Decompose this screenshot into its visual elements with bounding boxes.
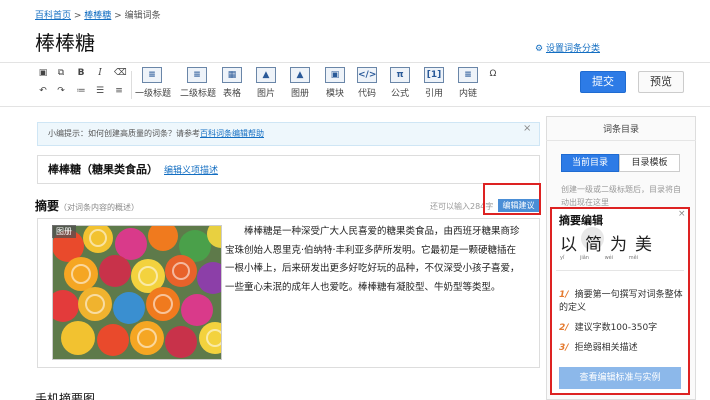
align-icon[interactable]: ≡ xyxy=(114,86,124,96)
popup-step: 3/拒绝弱相关描述 xyxy=(559,342,684,355)
toolbar-label: 代码 xyxy=(357,89,376,99)
mobile-summary-title: 手机摘要图 xyxy=(35,392,96,400)
toolbar-label: 引用 xyxy=(424,89,443,99)
view-standards-button[interactable]: 查看编辑标准与实例 xyxy=(559,367,681,389)
redo-icon[interactable]: ↷ xyxy=(56,86,66,96)
summary-subtitle: （对词条内容的概述） xyxy=(59,203,140,212)
special-chars-icon[interactable]: Ω xyxy=(487,69,499,79)
catalog-title: 词条目录 xyxy=(602,125,639,135)
toolbar-heading2-button[interactable]: ≡ 二级标题 xyxy=(180,67,217,103)
breadcrumb-separator: > xyxy=(71,11,85,21)
toolbar-album-button[interactable]: ▲ 图册 xyxy=(283,67,317,103)
pinyin-row: yǐ jiǎn wéi měi xyxy=(560,255,638,261)
entry-name: 棒棒糖（糖果类食品） xyxy=(48,163,158,176)
module-icon: ▣ xyxy=(325,67,345,83)
heading1-icon: ≡ xyxy=(142,67,162,83)
toolbar-label: 二级标题 xyxy=(180,89,217,99)
popup-title: 摘要编辑 xyxy=(559,214,603,227)
tip-help-link[interactable]: 百科词条编辑帮助 xyxy=(200,129,264,138)
breadcrumb: 百科首页 > 棒棒糖 > 编辑词条 xyxy=(35,8,161,21)
copy-icon[interactable]: ⧉ xyxy=(56,68,66,78)
pinyin: jiǎn xyxy=(579,255,589,261)
step-number: 2/ xyxy=(559,323,569,333)
highlight-box xyxy=(483,183,541,215)
undo-icon[interactable]: ↶ xyxy=(38,86,48,96)
toolbar-label: 内链 xyxy=(458,89,477,99)
tab-catalog-template[interactable]: 目录模板 xyxy=(619,154,680,172)
breadcrumb-entry-link[interactable]: 棒棒糖 xyxy=(84,11,111,21)
popup-close-icon[interactable]: × xyxy=(678,209,686,219)
toolbar-label: 一级标题 xyxy=(135,89,172,99)
submit-button[interactable]: 提交 xyxy=(580,71,626,93)
summary-heading: 摘要（对词条内容的概述） xyxy=(35,197,139,214)
toolbar-module-button[interactable]: ▣ 模块 xyxy=(318,67,352,103)
pinyin: měi xyxy=(628,255,639,261)
toolbar-formula-button[interactable]: π 公式 xyxy=(383,67,417,103)
editor-tip: 小编提示：如何创建高质量的词条？请参考百科词条编辑帮助 xyxy=(37,122,540,146)
album-tag: 图册 xyxy=(52,225,76,238)
save-icon[interactable]: ▣ xyxy=(38,68,48,78)
toolbar-internal-link-button[interactable]: ≡ 内链 xyxy=(451,67,485,103)
code-icon: </> xyxy=(357,67,377,83)
tab-current-catalog[interactable]: 当前目录 xyxy=(561,154,619,172)
divider xyxy=(546,140,696,141)
formula-icon: π xyxy=(390,67,410,83)
heading2-icon: ≡ xyxy=(187,67,207,83)
set-category-link[interactable]: ⚙ 设置词条分类 xyxy=(535,41,600,54)
summary-text[interactable]: 棒棒糖是一种深受广大人民喜爱的糖果类食品，由西班牙糖果商珍宝珠创始人恩里克·伯纳… xyxy=(225,223,525,297)
table-icon: ▦ xyxy=(222,67,242,83)
tip-close-icon[interactable]: × xyxy=(523,123,531,134)
bold-icon[interactable]: B xyxy=(76,68,86,78)
calligraphy-text: 以简为美 xyxy=(560,235,660,255)
catalog-hint: 创建一级或二级标题后，目录将自动出现在这里 xyxy=(561,185,681,207)
popup-step: 1/摘要第一句撰写对词条整体的定义 xyxy=(559,289,684,315)
step-text: 建议字数100-350字 xyxy=(574,323,658,333)
popup-step: 2/建议字数100-350字 xyxy=(559,322,684,335)
toolbar-table-button[interactable]: ▦ 表格 xyxy=(215,67,249,103)
lollipop-photo[interactable] xyxy=(52,225,222,360)
toolbar-label: 图册 xyxy=(290,89,309,99)
internal-link-icon: ≡ xyxy=(458,67,478,83)
step-number: 1/ xyxy=(559,290,569,300)
ordered-list-icon[interactable]: ≔ xyxy=(76,86,86,96)
page-title: 棒棒糖 xyxy=(35,31,95,55)
album-icon: ▲ xyxy=(290,67,310,83)
toolbar-label: 表格 xyxy=(222,89,241,99)
settings-icon: ⚙ xyxy=(535,44,544,54)
summary-title: 摘要 xyxy=(35,199,60,213)
breadcrumb-current: 编辑词条 xyxy=(124,11,161,21)
preview-button[interactable]: 预览 xyxy=(638,71,684,93)
pinyin: yǐ xyxy=(560,255,565,261)
step-text: 拒绝弱相关描述 xyxy=(574,343,638,353)
reference-icon: [1] xyxy=(424,67,444,83)
eraser-icon[interactable]: ⌫ xyxy=(114,68,127,78)
image-icon: ▲ xyxy=(256,67,276,83)
breadcrumb-separator: > xyxy=(111,11,125,21)
pinyin: wéi xyxy=(604,255,614,261)
toolbar-label: 公式 xyxy=(390,89,409,99)
divider xyxy=(556,270,684,271)
tip-text: 小编提示：如何创建高质量的词条？请参考 xyxy=(48,129,200,138)
toolbar-heading1-button[interactable]: ≡ 一级标题 xyxy=(135,67,172,103)
breadcrumb-home-link[interactable]: 百科首页 xyxy=(35,11,71,21)
set-category-label: 设置词条分类 xyxy=(545,44,600,54)
toolbar-code-button[interactable]: </> 代码 xyxy=(350,67,384,103)
edit-description-link[interactable]: 编辑义项描述 xyxy=(164,166,218,176)
toolbar-label: 模块 xyxy=(325,89,344,99)
toolbar-image-button[interactable]: ▲ 图片 xyxy=(249,67,283,103)
step-text: 摘要第一句撰写对词条整体的定义 xyxy=(559,290,683,313)
entry-name-row: 棒棒糖（糖果类食品） 编辑义项描述 xyxy=(37,155,540,184)
step-number: 3/ xyxy=(559,343,569,353)
toolbar-label: 图片 xyxy=(256,89,275,99)
unordered-list-icon[interactable]: ☰ xyxy=(95,86,105,96)
italic-icon[interactable]: I xyxy=(95,68,105,78)
toolbar-reference-button[interactable]: [1] 引用 xyxy=(417,67,451,103)
